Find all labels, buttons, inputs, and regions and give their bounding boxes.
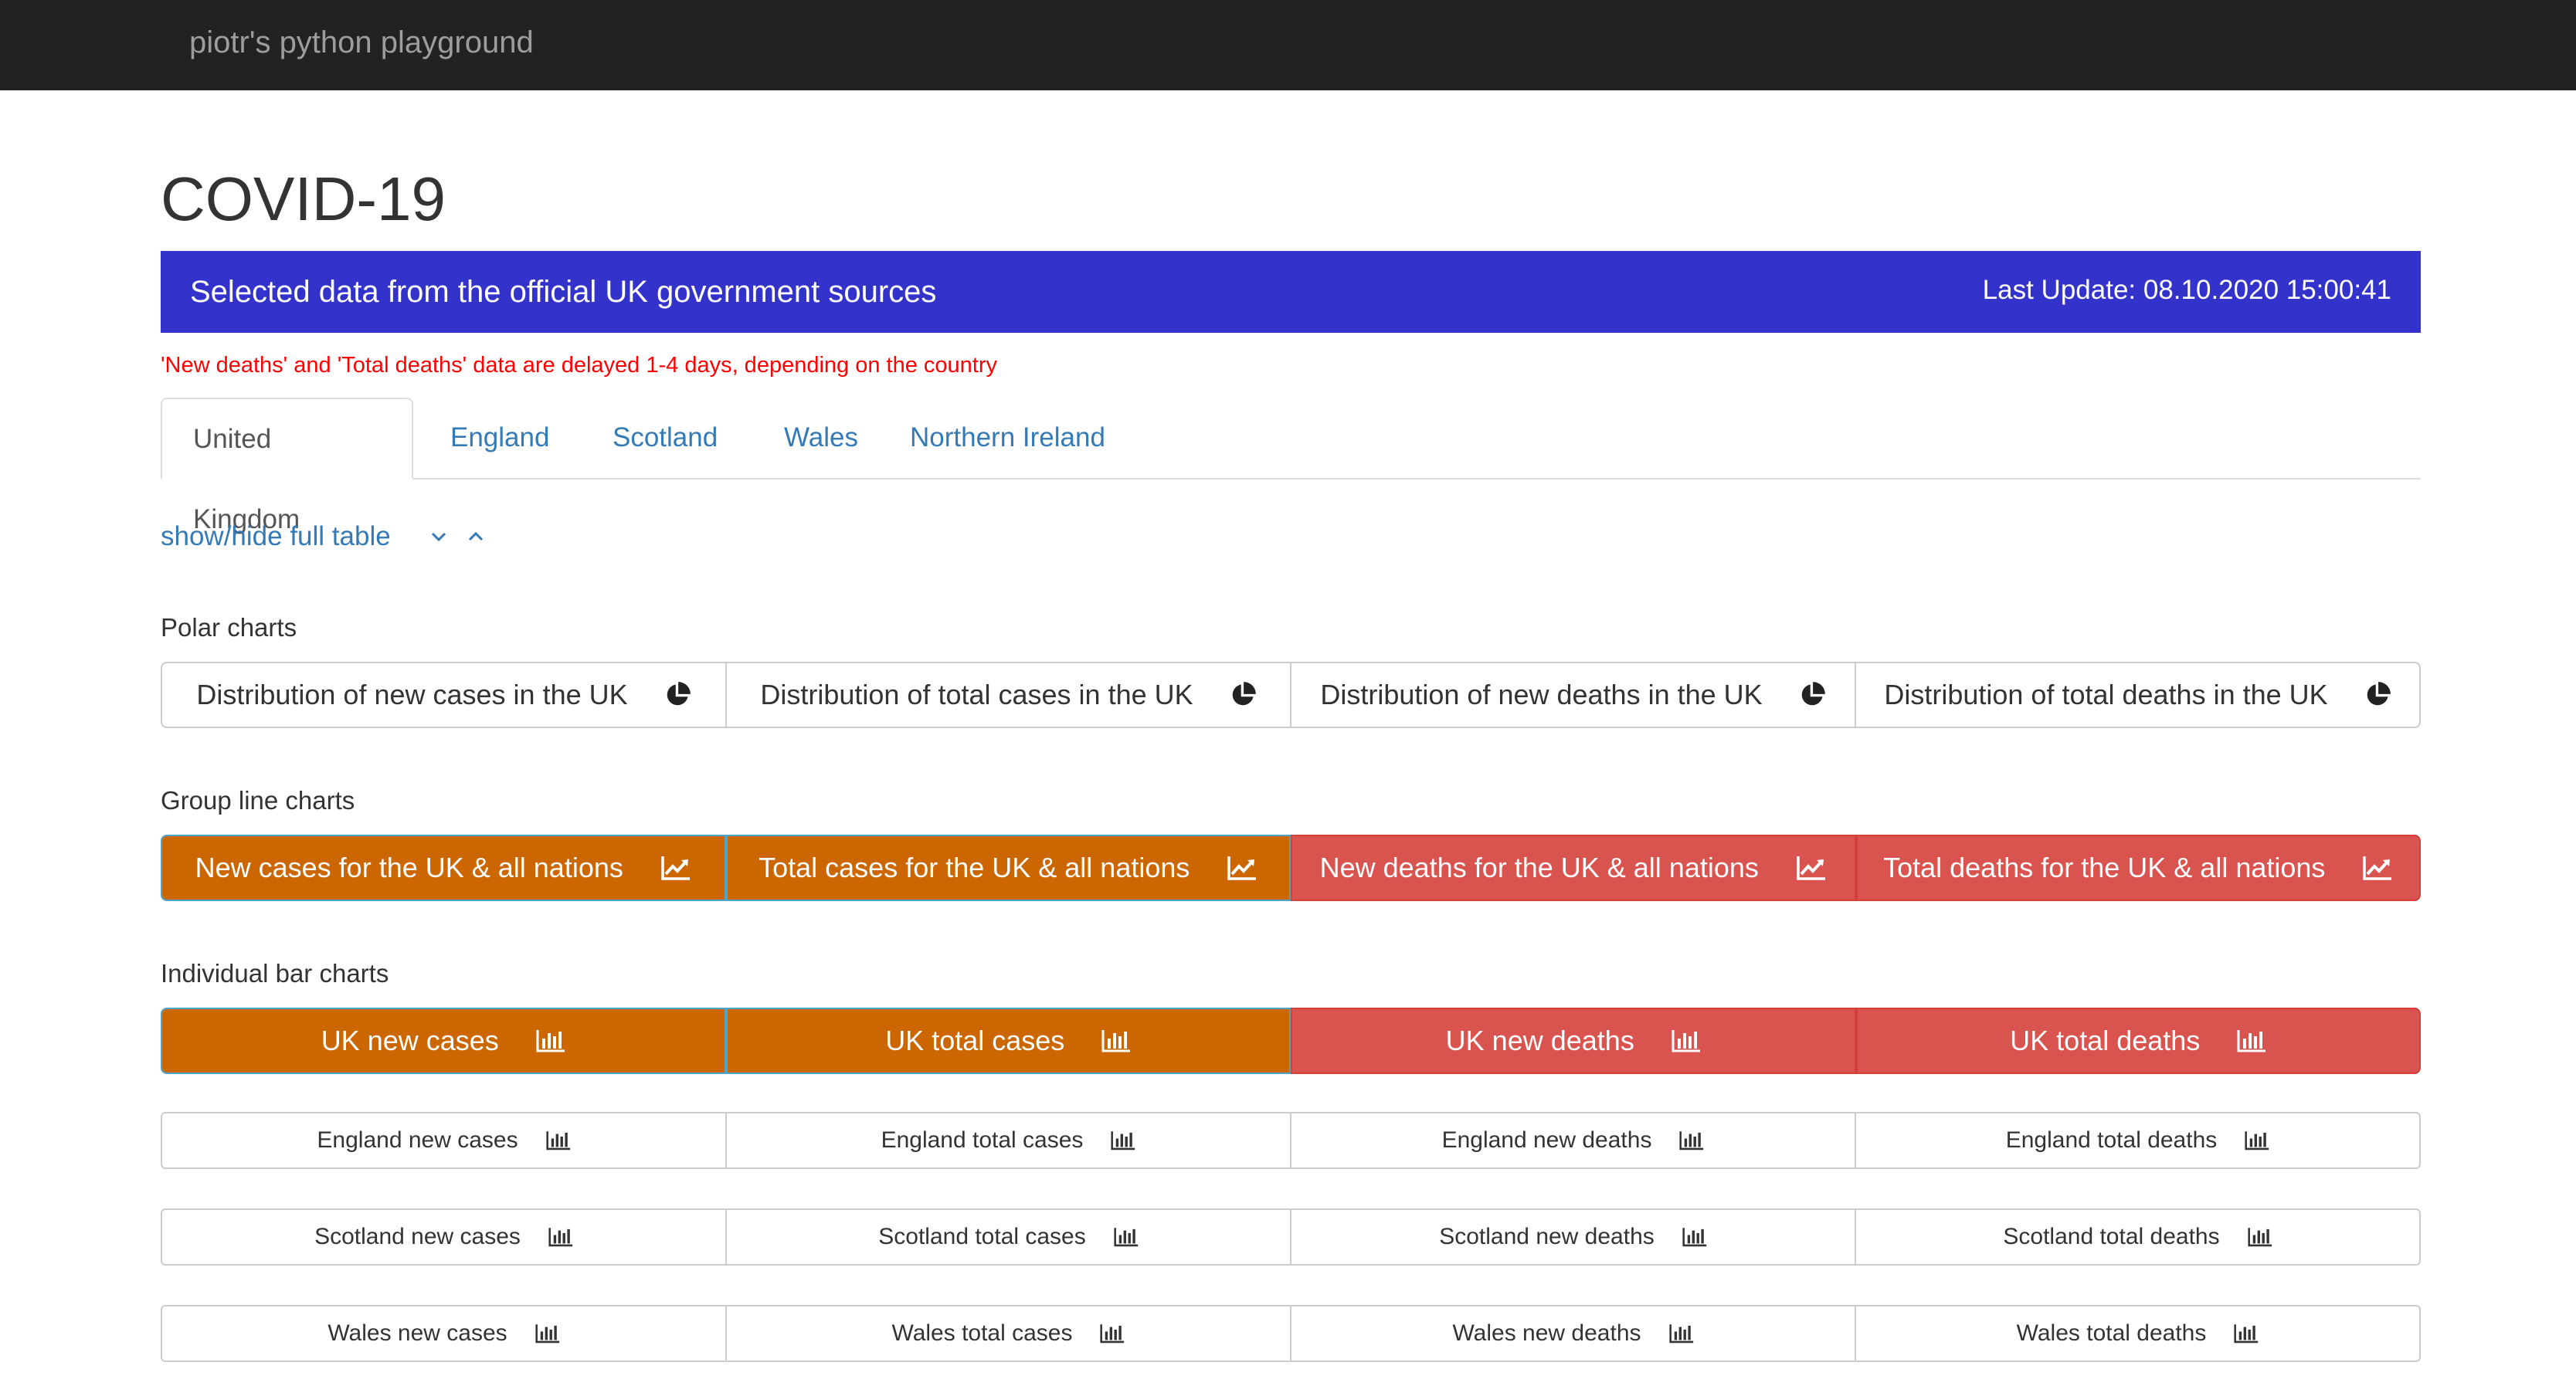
pie-chart-icon: [2364, 681, 2391, 709]
bar-england-total-deaths-button[interactable]: England total deaths: [1856, 1112, 2421, 1169]
wales-bar-buttons: Wales new cases Wales total cases Wales …: [161, 1305, 2421, 1362]
bar-wales-new-deaths-button[interactable]: Wales new deaths: [1291, 1305, 1856, 1362]
button-label: England new cases: [317, 1127, 518, 1153]
polar-new-cases-button[interactable]: Distribution of new cases in the UK: [161, 662, 727, 728]
bar-chart-icon: [1111, 1130, 1135, 1150]
group-line-buttons: New cases for the UK & all nations Total…: [161, 835, 2421, 901]
line-chart-icon: [1227, 855, 1257, 881]
button-label: UK new deaths: [1445, 1025, 1634, 1056]
bar-wales-total-cases-button[interactable]: Wales total cases: [727, 1305, 1291, 1362]
bar-england-new-deaths-button[interactable]: England new deaths: [1291, 1112, 1856, 1169]
button-label: England total deaths: [2005, 1127, 2218, 1153]
bar-england-total-cases-button[interactable]: England total cases: [727, 1112, 1291, 1169]
line-new-deaths-button[interactable]: New deaths for the UK & all nations: [1291, 835, 1856, 901]
button-label: UK total deaths: [2010, 1025, 2201, 1056]
button-label: Scotland new deaths: [1439, 1224, 1655, 1249]
bar-chart-icon: [1669, 1323, 1694, 1344]
toggle-label: show/hide full table: [161, 521, 391, 551]
tab-united-kingdom[interactable]: United Kingdom: [161, 398, 413, 534]
line-total-deaths-button[interactable]: Total deaths for the UK & all nations: [1855, 835, 2421, 901]
delay-note: 'New deaths' and 'Total deaths' data are…: [161, 353, 997, 378]
line-chart-icon: [1796, 855, 1827, 881]
chevron-down-icon: [431, 532, 446, 542]
button-label: New deaths for the UK & all nations: [1319, 852, 1759, 883]
toggle-full-table[interactable]: show/hide full table: [161, 519, 487, 554]
button-label: Total deaths for the UK & all nations: [1883, 852, 2326, 883]
bar-scotland-new-cases-button[interactable]: Scotland new cases: [161, 1208, 727, 1266]
navbar: piotr's python playground: [0, 0, 2576, 90]
line-chart-icon: [2362, 855, 2393, 881]
tab-england[interactable]: England: [419, 398, 580, 478]
button-label: Wales new cases: [328, 1320, 507, 1346]
bar-chart-icon: [1101, 1029, 1131, 1052]
line-total-cases-button[interactable]: Total cases for the UK & all nations: [725, 835, 1291, 901]
polar-new-deaths-button[interactable]: Distribution of new deaths in the UK: [1291, 662, 1856, 728]
button-label: Distribution of new deaths in the UK: [1320, 679, 1763, 710]
button-label: Distribution of total deaths in the UK: [1884, 679, 2328, 710]
group-line-charts-heading: Group line charts: [161, 786, 355, 815]
tab-scotland[interactable]: Scotland: [582, 398, 748, 478]
bar-wales-new-cases-button[interactable]: Wales new cases: [161, 1305, 727, 1362]
polar-total-deaths-button[interactable]: Distribution of total deaths in the UK: [1856, 662, 2421, 728]
button-label: Wales total deaths: [2016, 1320, 2207, 1346]
pie-chart-icon: [1798, 681, 1826, 709]
bar-chart-icon: [1100, 1323, 1125, 1344]
bar-chart-icon: [548, 1227, 573, 1247]
line-new-cases-button[interactable]: New cases for the UK & all nations: [161, 835, 726, 901]
bar-chart-icon: [1682, 1227, 1707, 1247]
bar-scotland-total-deaths-button[interactable]: Scotland total deaths: [1856, 1208, 2421, 1266]
navbar-brand[interactable]: piotr's python playground: [189, 21, 534, 64]
scotland-bar-buttons: Scotland new cases Scotland total cases …: [161, 1208, 2421, 1266]
bar-chart-icon: [1679, 1130, 1704, 1150]
pie-chart-icon: [664, 681, 691, 709]
button-label: Distribution of new cases in the UK: [196, 679, 628, 710]
polar-charts-buttons: Distribution of new cases in the UK Dist…: [161, 662, 2421, 728]
bar-uk-new-deaths-button[interactable]: UK new deaths: [1291, 1008, 1856, 1074]
button-label: Wales new deaths: [1452, 1320, 1641, 1346]
polar-charts-heading: Polar charts: [161, 613, 297, 642]
bar-scotland-total-cases-button[interactable]: Scotland total cases: [727, 1208, 1291, 1266]
button-label: Wales total cases: [891, 1320, 1073, 1346]
bar-chart-icon: [2248, 1227, 2272, 1247]
england-bar-buttons: England new cases England total cases En…: [161, 1112, 2421, 1169]
bar-uk-total-cases-button[interactable]: UK total cases: [725, 1008, 1291, 1074]
bar-chart-icon: [536, 1029, 565, 1052]
bar-chart-icon: [2237, 1029, 2266, 1052]
banner-text: Selected data from the official UK gover…: [190, 275, 937, 309]
tab-wales[interactable]: Wales: [753, 398, 889, 478]
button-label: UK new cases: [321, 1025, 499, 1056]
polar-total-cases-button[interactable]: Distribution of total cases in the UK: [727, 662, 1291, 728]
bar-uk-total-deaths-button[interactable]: UK total deaths: [1855, 1008, 2421, 1074]
button-label: England new deaths: [1441, 1127, 1652, 1153]
line-chart-icon: [660, 855, 691, 881]
individual-bar-charts-heading: Individual bar charts: [161, 959, 389, 988]
bar-chart-icon: [2245, 1130, 2269, 1150]
button-label: New cases for the UK & all nations: [195, 852, 623, 883]
bar-scotland-new-deaths-button[interactable]: Scotland new deaths: [1291, 1208, 1856, 1266]
bar-wales-total-deaths-button[interactable]: Wales total deaths: [1856, 1305, 2421, 1362]
bar-chart-icon: [1114, 1227, 1139, 1247]
button-label: Scotland total cases: [878, 1224, 1086, 1249]
uk-bar-buttons: UK new cases UK total cases UK new death…: [161, 1008, 2421, 1074]
bar-chart-icon: [535, 1323, 560, 1344]
info-banner: Selected data from the official UK gover…: [161, 251, 2421, 333]
chevron-up-icon: [468, 531, 483, 541]
bar-chart-icon: [2234, 1323, 2259, 1344]
button-label: Total cases for the UK & all nations: [759, 852, 1190, 883]
button-label: Scotland new cases: [314, 1224, 521, 1249]
bar-england-new-cases-button[interactable]: England new cases: [161, 1112, 727, 1169]
button-label: Distribution of total cases in the UK: [760, 679, 1193, 710]
bar-chart-icon: [546, 1130, 571, 1150]
country-tabs: United Kingdom England Scotland Wales No…: [161, 398, 2421, 534]
button-label: England total cases: [881, 1127, 1084, 1153]
pie-chart-icon: [1229, 681, 1257, 709]
last-update-text: Last Update: 08.10.2020 15:00:41: [1982, 275, 2391, 305]
button-label: Scotland total deaths: [2003, 1224, 2220, 1249]
page-title: COVID-19: [161, 164, 446, 233]
bar-uk-new-cases-button[interactable]: UK new cases: [161, 1008, 726, 1074]
tab-northern-ireland[interactable]: Northern Ireland: [879, 398, 1136, 478]
bar-chart-icon: [1672, 1029, 1701, 1052]
button-label: UK total cases: [885, 1025, 1065, 1056]
